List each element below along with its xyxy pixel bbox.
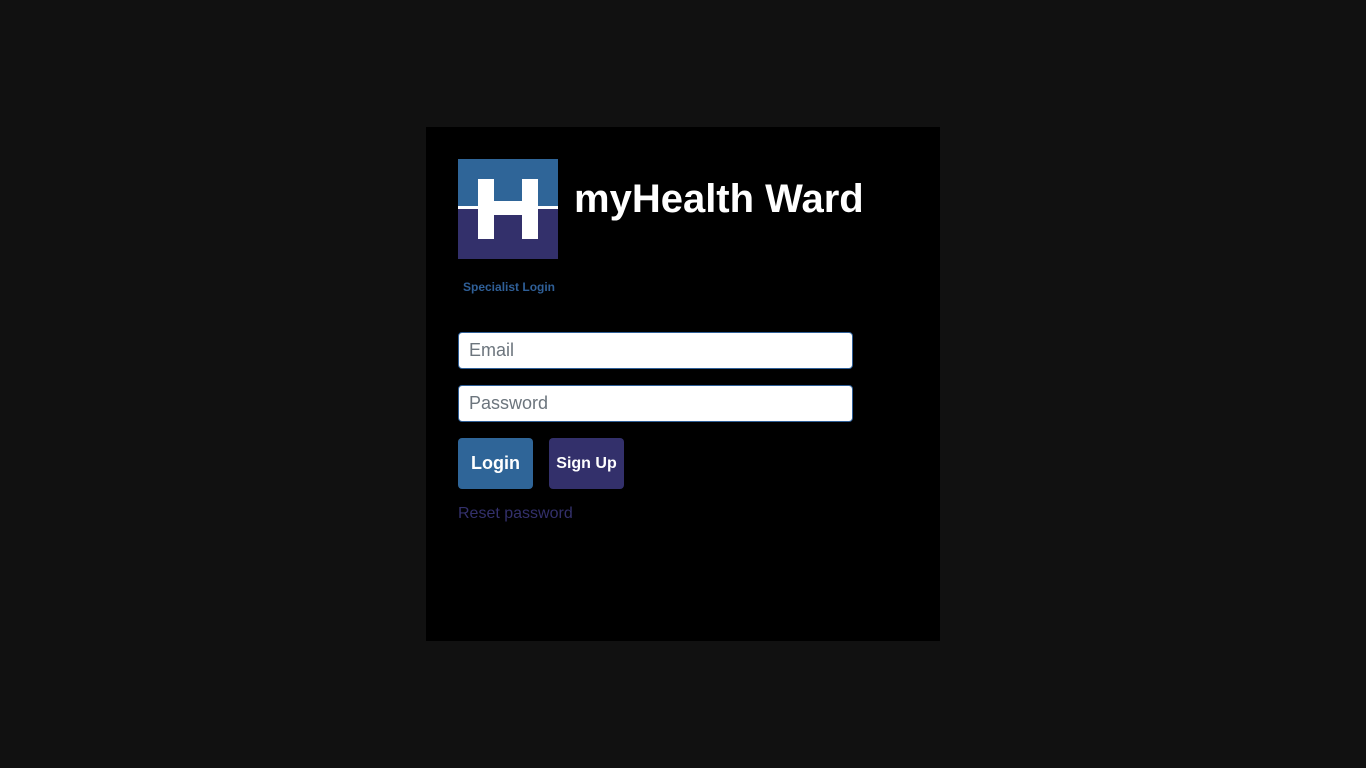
password-input[interactable]: [458, 385, 853, 422]
reset-password-link[interactable]: Reset password: [458, 505, 573, 523]
login-type-label: Specialist Login: [463, 280, 556, 294]
email-input[interactable]: [458, 332, 853, 369]
brand-header: myHealth Ward: [458, 159, 864, 259]
signup-button[interactable]: Sign Up: [549, 438, 624, 489]
hospital-h-icon: [458, 159, 558, 259]
app-title: myHealth Ward: [574, 176, 864, 221]
login-card: myHealth Ward Specialist Login Login Sig…: [426, 127, 940, 641]
login-button[interactable]: Login: [458, 438, 533, 489]
